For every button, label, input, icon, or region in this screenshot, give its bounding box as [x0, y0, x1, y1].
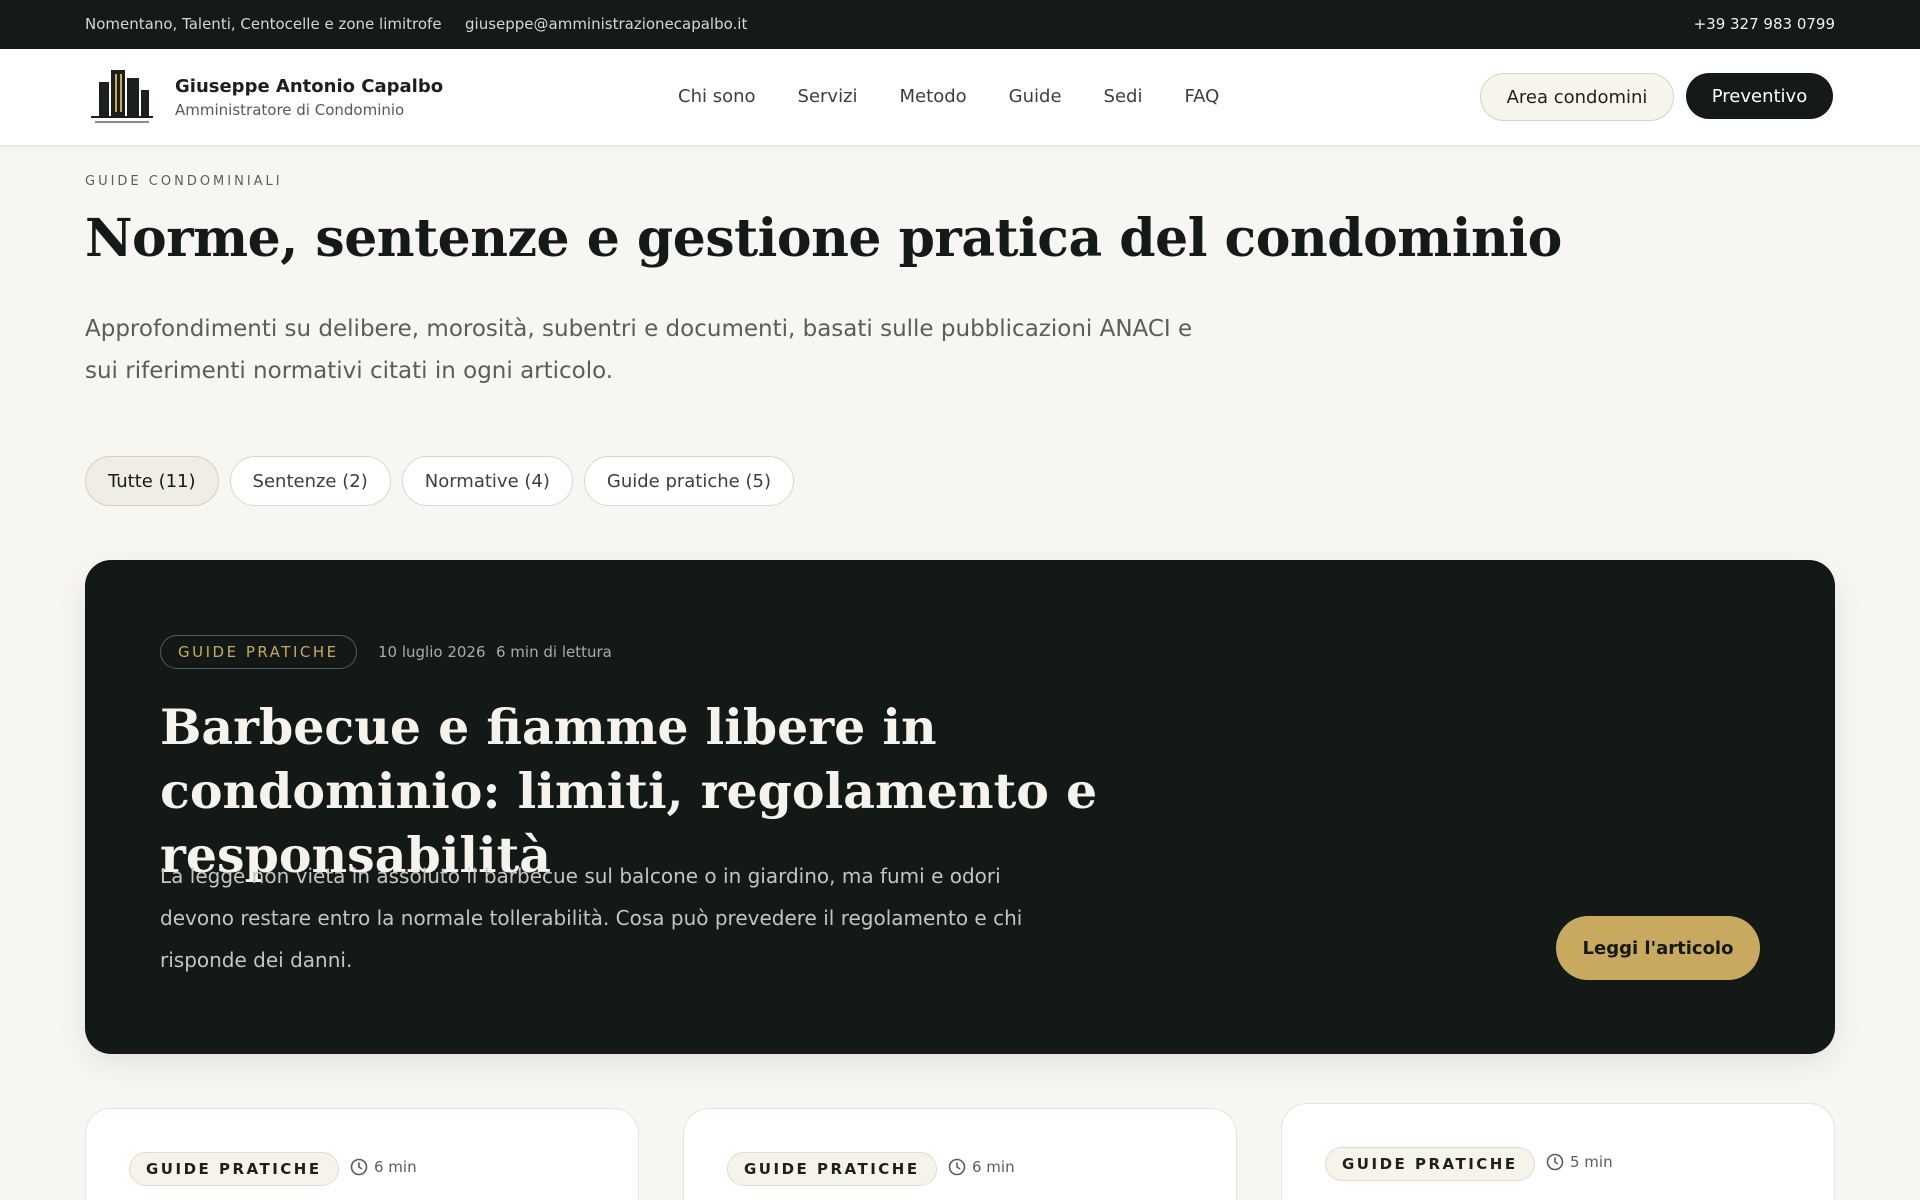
clock-icon [1546, 1153, 1564, 1171]
featured-article: GUIDE PRATICHE 10 luglio 2026 6 min di l… [85, 560, 1835, 1054]
featured-date: 10 luglio 2026 [378, 643, 486, 661]
main-nav: Chi sono Servizi Metodo Guide Sedi FAQ [678, 86, 1261, 107]
nav-sedi[interactable]: Sedi [1104, 86, 1143, 107]
filter-guide-pratiche[interactable]: Guide pratiche (5) [583, 456, 794, 506]
article-card[interactable]: GUIDE PRATICHE 6 min [683, 1108, 1237, 1200]
featured-category-badge: GUIDE PRATICHE [160, 635, 357, 669]
top-bar: Nomentano, Talenti, Centocelle e zone li… [0, 0, 1920, 49]
card-read-time-text: 6 min [374, 1158, 417, 1176]
nav-metodo[interactable]: Metodo [900, 86, 967, 107]
category-filters: Tutte (11) Sentenze (2) Normative (4) Gu… [85, 456, 805, 506]
filter-sentenze[interactable]: Sentenze (2) [229, 456, 391, 506]
card-category-badge: GUIDE PRATICHE [1325, 1147, 1535, 1181]
service-area-text: Nomentano, Talenti, Centocelle e zone li… [85, 15, 442, 33]
card-read-time: 6 min [948, 1158, 1015, 1176]
filter-tutte[interactable]: Tutte (11) [85, 456, 219, 506]
page-title: Norme, sentenze e gestione pratica del c… [85, 208, 1562, 269]
card-category-badge: GUIDE PRATICHE [129, 1152, 339, 1186]
featured-description: La legge non vieta in assoluto il barbec… [160, 864, 1023, 972]
card-read-time-text: 5 min [1570, 1153, 1613, 1171]
nav-chi-sono[interactable]: Chi sono [678, 86, 756, 107]
clock-icon [350, 1158, 368, 1176]
brand-name[interactable]: Giuseppe Antonio Capalbo [175, 76, 443, 97]
nav-faq[interactable]: FAQ [1184, 86, 1219, 107]
section-eyebrow: GUIDE CONDOMINIALI [85, 174, 283, 189]
card-read-time: 5 min [1546, 1153, 1613, 1171]
nav-servizi[interactable]: Servizi [798, 86, 858, 107]
email-link[interactable]: giuseppe@amministrazionecapalbo.it [465, 15, 747, 33]
nav-guide[interactable]: Guide [1009, 86, 1062, 107]
card-read-time-text: 6 min [972, 1158, 1015, 1176]
filter-normative[interactable]: Normative (4) [401, 456, 573, 506]
card-category-badge: GUIDE PRATICHE [727, 1152, 937, 1186]
area-condomini-button[interactable]: Area condomini [1480, 73, 1674, 121]
card-read-time: 6 min [350, 1158, 417, 1176]
site-header: Giuseppe Antonio Capalbo Amministratore … [0, 49, 1920, 146]
read-article-button[interactable]: Leggi l'articolo [1556, 916, 1760, 980]
featured-read-time: 6 min di lettura [496, 643, 612, 661]
page-description: Approfondimenti su delibere, morosità, s… [85, 316, 1193, 384]
article-card[interactable]: GUIDE PRATICHE 6 min [85, 1108, 639, 1200]
phone-link[interactable]: +39 327 983 0799 [1694, 15, 1835, 33]
clock-icon [948, 1158, 966, 1176]
article-card[interactable]: GUIDE PRATICHE 5 min [1281, 1103, 1835, 1200]
brand-subtitle: Amministratore di Condominio [175, 101, 405, 119]
building-logo-icon[interactable] [85, 64, 159, 128]
preventivo-button[interactable]: Preventivo [1686, 73, 1833, 119]
